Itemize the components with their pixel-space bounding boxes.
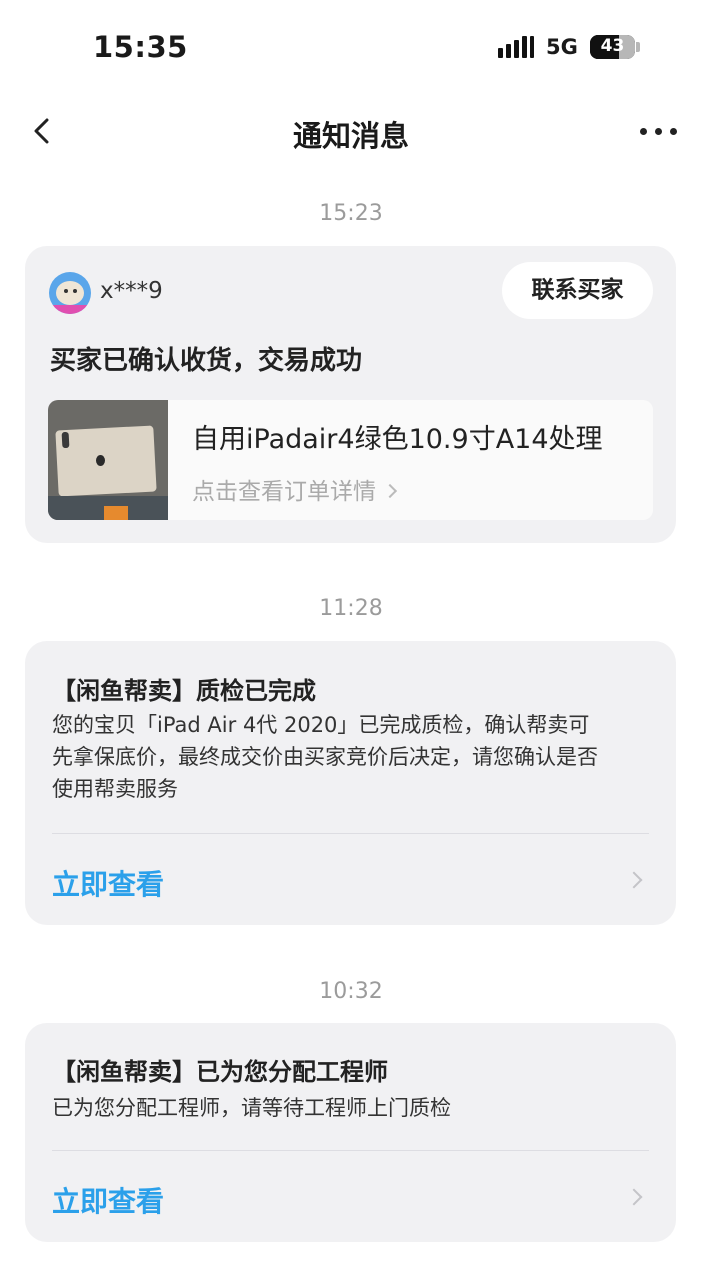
notice-title: 【闲鱼帮卖】质检已完成: [52, 677, 316, 705]
contact-buyer-button[interactable]: 联系买家: [502, 262, 653, 319]
notice-title: 【闲鱼帮卖】已为您分配工程师: [52, 1058, 388, 1086]
order-detail-label: 点击查看订单详情: [192, 479, 376, 505]
view-now-link[interactable]: 立即查看: [52, 863, 164, 903]
nav-bar: 通知消息: [0, 95, 702, 170]
chevron-right-icon[interactable]: [625, 1188, 643, 1206]
more-icon[interactable]: [640, 128, 680, 138]
notice-body-line: 已为您分配工程师，请等待工程师上门质检: [52, 1096, 451, 1120]
product-image[interactable]: [48, 400, 168, 520]
timestamp: 11:28: [319, 596, 383, 621]
chevron-right-icon: [383, 483, 398, 499]
battery-cap: [636, 42, 640, 52]
notice-card: 【闲鱼帮卖】质检已完成 您的宝贝「iPad Air 4代 2020」已完成质检，…: [25, 641, 676, 925]
page-title: 通知消息: [292, 119, 409, 153]
notice-body-line: 先拿保底价，最终成交价由买家竞价后决定，请您确认是否: [52, 745, 598, 769]
buyer-avatar[interactable]: [49, 272, 91, 314]
order-detail-link[interactable]: 点击查看订单详情: [192, 472, 398, 506]
buyer-name[interactable]: x***9: [100, 278, 163, 304]
message-title: 买家已确认收货，交易成功: [50, 346, 363, 376]
status-time: 15:35: [93, 30, 188, 64]
order-message-card: x***9 联系买家 买家已确认收货，交易成功 自用iPadair4绿色10.9…: [25, 246, 676, 543]
status-bar: 15:35 5G 43: [0, 0, 702, 95]
chevron-right-icon[interactable]: [625, 871, 643, 889]
product-name: 自用iPadair4绿色10.9寸A14处理: [192, 424, 603, 455]
timestamp: 10:32: [319, 979, 383, 1004]
notice-card: 【闲鱼帮卖】已为您分配工程师 已为您分配工程师，请等待工程师上门质检 立即查看: [25, 1023, 676, 1242]
signal-icon: [498, 36, 534, 58]
timestamp: 15:23: [319, 201, 383, 226]
view-now-link[interactable]: 立即查看: [52, 1180, 164, 1220]
product-item[interactable]: 自用iPadair4绿色10.9寸A14处理 点击查看订单详情: [48, 400, 653, 520]
battery-level: 43: [600, 36, 625, 56]
divider: [52, 1150, 649, 1151]
divider: [52, 833, 649, 834]
battery-icon: 43: [590, 35, 635, 59]
notice-body: 您的宝贝「iPad Air 4代 2020」已完成质检，确认帮卖可 先拿保底价，…: [52, 709, 652, 805]
notice-body-line: 您的宝贝「iPad Air 4代 2020」已完成质检，确认帮卖可: [52, 713, 590, 737]
notice-body-line: 使用帮卖服务: [52, 777, 178, 801]
network-type: 5G: [546, 35, 578, 59]
notice-body: 已为您分配工程师，请等待工程师上门质检: [52, 1092, 652, 1124]
